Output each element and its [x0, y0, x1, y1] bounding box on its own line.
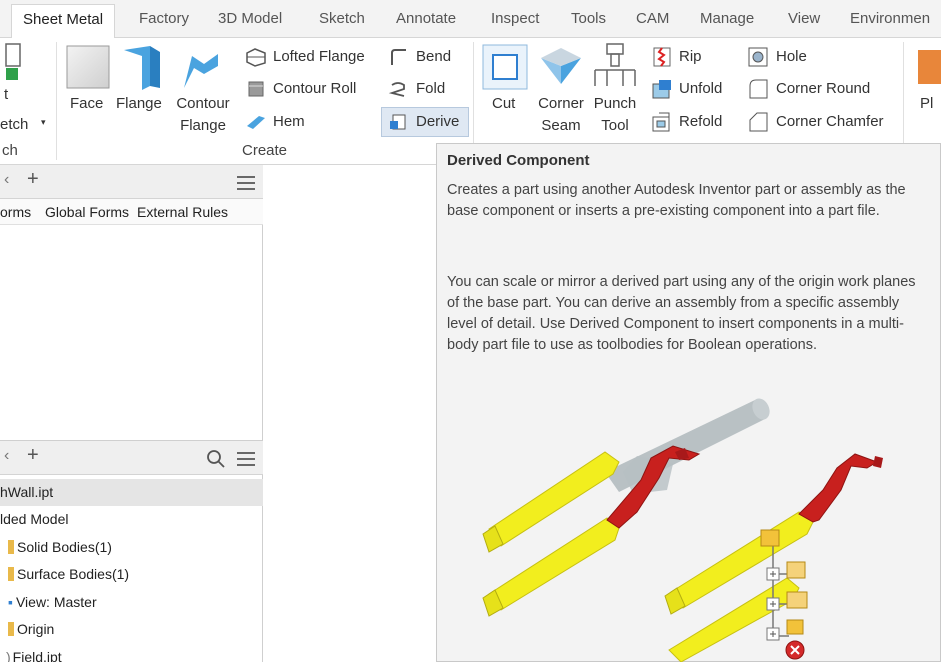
derived-component-illustration	[482, 398, 883, 662]
tooltip-description-2: You can scale or mirror a derived part u…	[447, 274, 916, 353]
tab-global-forms[interactable]: Global Forms	[45, 204, 129, 220]
lofted-flange-icon	[246, 48, 266, 67]
contour-roll-icon	[248, 81, 264, 97]
close-icon[interactable]: ‹	[4, 447, 9, 465]
tab-forms[interactable]: orms	[0, 204, 31, 220]
menu-icon[interactable]	[236, 175, 256, 191]
folder-icon	[8, 540, 14, 554]
ilogic-pane-tabs: orms Global Forms External Rules	[0, 199, 263, 225]
corner-seam-icon[interactable]	[537, 44, 585, 92]
face-button[interactable]: Face	[70, 94, 103, 114]
tab-sketch[interactable]: Sketch	[319, 10, 365, 27]
ribbon-tab-bar: Sheet Metal Factory 3D Model Sketch Anno…	[0, 0, 941, 39]
tree-row-label: lded Model	[0, 511, 69, 527]
tab-annotate[interactable]: Annotate	[396, 10, 456, 27]
menu-icon[interactable]	[236, 451, 256, 467]
contour-flange-label-1[interactable]: Contour	[172, 94, 234, 114]
start-sketch-icon	[5, 43, 21, 80]
tab-environments[interactable]: Environmen	[850, 10, 930, 27]
rip-button[interactable]: Rip	[679, 47, 702, 67]
sketch-panel-title: ch	[2, 142, 18, 159]
cut-button[interactable]: Cut	[492, 94, 515, 114]
corner-chamfer-button[interactable]: Corner Chamfer	[776, 112, 884, 132]
punch-tool-label-1[interactable]: Punch	[587, 94, 643, 114]
derive-button[interactable]: Derive	[416, 112, 459, 132]
corner-seam-label-1[interactable]: Corner	[530, 94, 592, 114]
tooltip-title: Derived Component	[447, 152, 590, 169]
model-browser-pane: ‹ + hWall.ipt lded Model Solid Bodies(1)…	[0, 440, 263, 662]
part-icon: )	[6, 649, 11, 662]
corner-chamfer-icon	[749, 112, 768, 132]
tab-manage[interactable]: Manage	[700, 10, 754, 27]
tab-cam[interactable]: CAM	[636, 10, 669, 27]
panel-separator	[56, 42, 57, 160]
hole-button[interactable]: Hole	[776, 47, 807, 67]
derived-component-tooltip: Derived Component Creates a part using a…	[436, 143, 941, 662]
derive-icon	[390, 114, 406, 130]
folder-icon	[8, 567, 14, 581]
search-icon[interactable]	[206, 449, 226, 469]
tree-row-surface-bodies[interactable]: Surface Bodies(1)	[0, 561, 263, 588]
flat-pattern-button[interactable]: Pl	[920, 94, 933, 114]
ilogic-pane-header: ‹ +	[0, 165, 263, 199]
close-icon[interactable]: ‹	[4, 171, 9, 189]
tree-row-view-master[interactable]: ▪ View: Master	[0, 589, 263, 616]
tree-row-label: Surface Bodies(1)	[17, 566, 130, 582]
tree-row-label: hWall.ipt	[0, 484, 54, 500]
tab-view[interactable]: View	[788, 10, 820, 27]
folder-icon	[8, 622, 14, 636]
tree-row-label: View: Master	[15, 594, 97, 610]
punch-tool-label-2[interactable]: Tool	[587, 116, 643, 136]
punch-tool-icon[interactable]	[593, 42, 637, 92]
tree-row-label: Field.ipt	[12, 649, 62, 662]
refold-icon	[652, 112, 670, 132]
fold-button[interactable]: Fold	[416, 79, 445, 99]
corner-round-icon	[749, 79, 768, 99]
flange-button[interactable]: Flange	[116, 94, 162, 114]
tab-factory[interactable]: Factory	[139, 10, 189, 27]
tab-sheet-metal[interactable]: Sheet Metal	[11, 4, 116, 39]
tree-row-folded-model[interactable]: lded Model	[0, 506, 263, 533]
contour-flange-icon[interactable]	[178, 44, 224, 92]
corner-seam-label-2[interactable]: Seam	[530, 116, 592, 136]
ilogic-browser-pane: ‹ + orms Global Forms External Rules	[0, 165, 263, 440]
contour-flange-label-2[interactable]: Flange	[172, 116, 234, 136]
start-sketch-label-line2[interactable]: etch	[0, 115, 28, 135]
tab-external-rules[interactable]: External Rules	[137, 204, 228, 220]
tooltip-description-1: Creates a part using another Autodesk In…	[447, 182, 906, 219]
cut-icon[interactable]	[482, 44, 528, 90]
face-icon[interactable]	[65, 44, 111, 90]
tab-inspect[interactable]: Inspect	[491, 10, 539, 27]
flange-icon[interactable]	[120, 42, 166, 92]
start-sketch-dropdown-icon[interactable]: ▾	[41, 112, 46, 132]
refold-button[interactable]: Refold	[679, 112, 722, 132]
tab-tools[interactable]: Tools	[571, 10, 606, 27]
tree-row-label: Solid Bodies(1)	[17, 539, 112, 555]
corner-round-button[interactable]: Corner Round	[776, 79, 870, 99]
add-icon[interactable]: +	[27, 168, 39, 191]
tree-row-field-part[interactable]: ) Field.ipt	[0, 644, 263, 662]
rip-icon	[653, 47, 671, 67]
bend-button[interactable]: Bend	[416, 47, 451, 67]
unfold-button[interactable]: Unfold	[679, 79, 722, 99]
tree-row-solid-bodies[interactable]: Solid Bodies(1)	[0, 534, 263, 561]
add-icon[interactable]: +	[27, 444, 39, 467]
lofted-flange-button[interactable]: Lofted Flange	[273, 47, 365, 67]
flat-pattern-icon[interactable]	[918, 50, 941, 84]
contour-roll-button[interactable]: Contour Roll	[273, 79, 356, 99]
start-sketch-label-line1[interactable]: t	[4, 85, 8, 105]
hole-icon	[748, 47, 768, 67]
fold-icon	[388, 82, 405, 97]
view-icon: ▪	[8, 594, 13, 610]
bend-icon	[391, 49, 406, 65]
tab-3d-model[interactable]: 3D Model	[218, 10, 282, 27]
tree-row-label: Origin	[17, 621, 55, 637]
hem-button[interactable]: Hem	[273, 112, 305, 132]
tree-row-part-file[interactable]: hWall.ipt	[0, 479, 263, 506]
model-pane-header: ‹ +	[0, 441, 263, 475]
tree-row-origin[interactable]: Origin	[0, 616, 263, 643]
hem-icon	[247, 116, 265, 129]
unfold-icon	[652, 80, 671, 99]
create-panel-title: Create	[242, 142, 288, 159]
